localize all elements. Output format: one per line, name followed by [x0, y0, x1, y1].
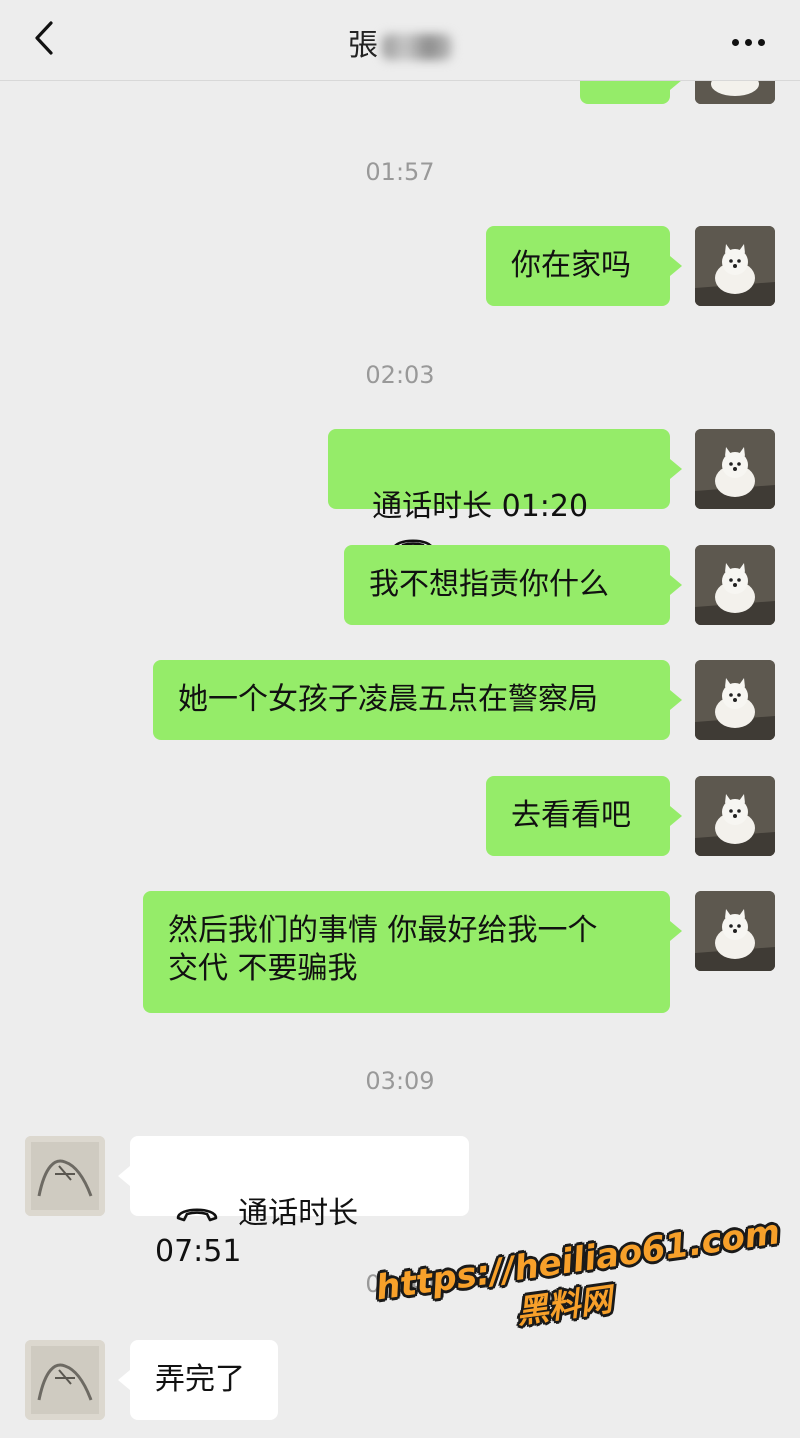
name-redaction: [382, 33, 452, 60]
watermark: https://heiliao61.com 黑料网: [372, 1211, 790, 1353]
sketch-avatar-image: [25, 1136, 105, 1216]
timestamp: 02:03: [365, 361, 435, 389]
timestamp: 03:09: [365, 1067, 435, 1095]
contact-avatar[interactable]: [25, 1340, 105, 1420]
more-options-button[interactable]: [726, 20, 770, 60]
dog-avatar-image: [695, 891, 775, 971]
dog-avatar-image: [695, 226, 775, 306]
call-duration-label: 通话时长 01:20: [372, 489, 589, 524]
dog-avatar-image: [695, 776, 775, 856]
message-bubble[interactable]: 弄完了: [118, 1340, 278, 1420]
my-avatar[interactable]: [695, 891, 775, 971]
timestamp: 01:57: [365, 158, 435, 186]
message-bubble[interactable]: 你在家吗: [486, 226, 682, 306]
call-record-bubble[interactable]: 通话时长 01:20: [328, 429, 682, 552]
chat-header: 張: [0, 0, 800, 81]
dog-avatar-image: [695, 660, 775, 740]
my-avatar[interactable]: [695, 776, 775, 856]
contact-avatar[interactable]: [25, 1136, 105, 1216]
dog-avatar-image: [695, 429, 775, 509]
more-dots-icon: [729, 31, 768, 50]
dog-avatar-image: [695, 545, 775, 625]
message-bubble[interactable]: 我不想指责你什么: [344, 545, 682, 625]
contact-name: 張: [348, 28, 378, 63]
my-avatar[interactable]: [695, 660, 775, 740]
my-avatar[interactable]: [695, 429, 775, 509]
my-avatar[interactable]: [695, 226, 775, 306]
sketch-avatar-image: [25, 1340, 105, 1420]
message-bubble[interactable]: 然后我们的事情 你最好给我一个 交代 不要骗我: [143, 891, 682, 1013]
phone-hangup-icon: [176, 1207, 218, 1221]
message-bubble[interactable]: 她一个女孩子凌晨五点在警察局: [153, 660, 682, 740]
chat-title: 張: [0, 20, 800, 64]
my-avatar[interactable]: [695, 545, 775, 625]
message-bubble[interactable]: 去看看吧: [486, 776, 682, 856]
call-record-bubble[interactable]: 通话时长 07:51: [118, 1136, 469, 1269]
